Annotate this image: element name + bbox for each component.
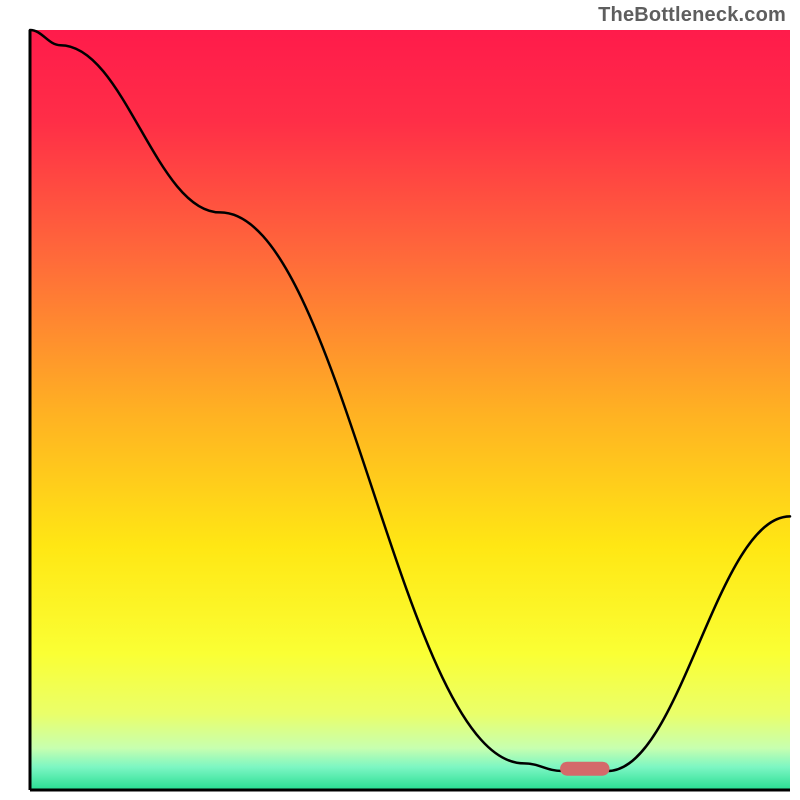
- optimal-marker: [560, 762, 609, 776]
- plot-background: [30, 30, 790, 790]
- chart-svg: [0, 0, 800, 800]
- bottleneck-chart: TheBottleneck.com: [0, 0, 800, 800]
